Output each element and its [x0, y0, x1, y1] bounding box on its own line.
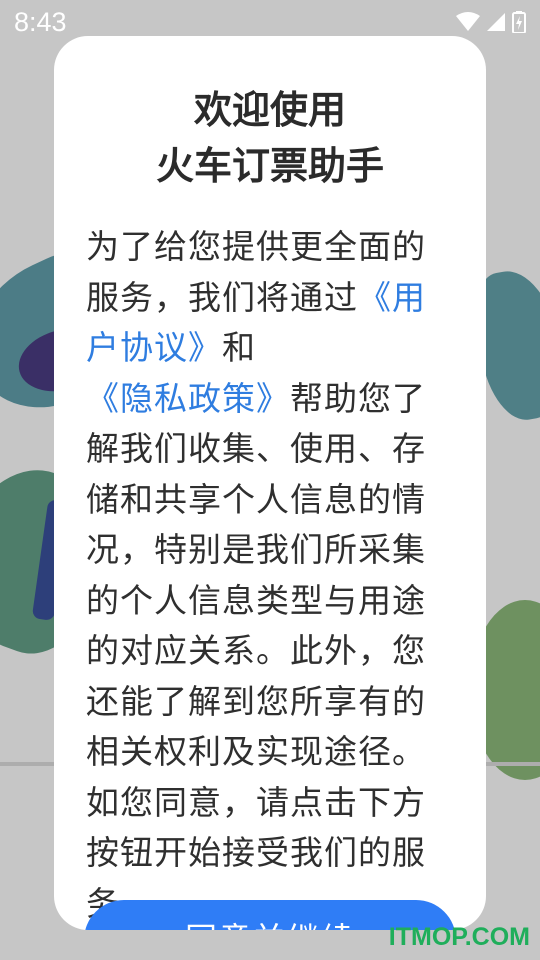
privacy-dialog: 欢迎使用 火车订票助手 为了给您提供更全面的服务，我们将通过《用户协议》和《隐私… — [54, 36, 486, 930]
dialog-title-line1: 欢迎使用 — [193, 88, 346, 132]
battery-icon — [512, 11, 526, 33]
watermark: ITMOP.COM — [388, 923, 530, 951]
status-time: 8:43 — [14, 6, 67, 37]
body-text-details: 帮助您了解我们收集、使用、存储和共享个人信息的情况，特别是我们所采集的个人信息类… — [86, 378, 426, 923]
signal-icon — [486, 12, 506, 32]
privacy-policy-link[interactable]: 《隐私政策》 — [86, 379, 290, 418]
status-bar: 8:43 — [0, 0, 540, 44]
dialog-title: 欢迎使用 火车订票助手 — [86, 82, 454, 194]
status-icons — [456, 11, 526, 33]
wifi-icon — [456, 12, 480, 32]
dialog-title-line2: 火车订票助手 — [155, 144, 384, 188]
body-text-and: 和 — [222, 328, 256, 367]
dialog-body: 为了给您提供更全面的服务，我们将通过《用户协议》和《隐私政策》帮助您了解我们收集… — [86, 222, 454, 929]
